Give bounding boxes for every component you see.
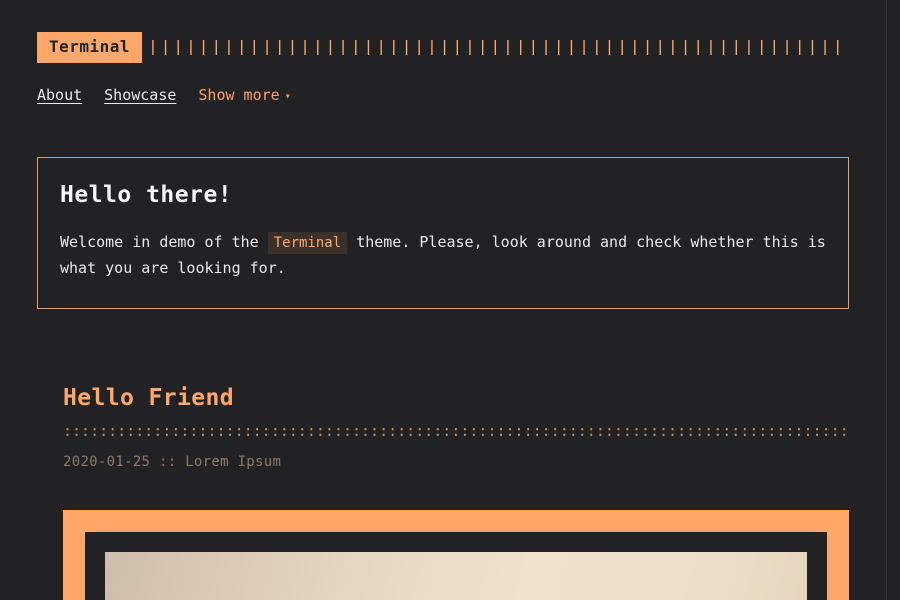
- announcement-box: Hello there! Welcome in demo of the Term…: [37, 157, 849, 309]
- post-list: Hello Friend :::::::::::::::::::::::::::…: [0, 385, 886, 600]
- post-cover-inner: [85, 532, 827, 600]
- inline-code-terminal: Terminal: [267, 232, 348, 254]
- post-divider: ::::::::::::::::::::::::::::::::::::::::…: [63, 424, 849, 439]
- nav-show-more-label: Show more: [198, 86, 280, 104]
- page-root: Terminal |||||||||||||||||||||||||||||||…: [0, 0, 886, 600]
- vertical-scrollbar[interactable]: [886, 0, 900, 600]
- announcement-heading: Hello there!: [60, 182, 233, 208]
- post-title: Hello Friend: [63, 385, 849, 413]
- post-title-link[interactable]: Hello Friend: [63, 385, 234, 411]
- main-navigation: About Showcase Show more ▾: [37, 86, 849, 104]
- announcement-body: Welcome in demo of the Terminal theme. P…: [60, 230, 826, 282]
- post-cover-frame: [63, 510, 849, 600]
- browser-viewport: Terminal |||||||||||||||||||||||||||||||…: [0, 0, 900, 600]
- nav-show-more-dropdown[interactable]: Show more ▾: [198, 86, 290, 104]
- nav-item-about[interactable]: About: [37, 86, 82, 104]
- announcement-text-before: Welcome in demo of the: [60, 233, 259, 251]
- post-item: Hello Friend :::::::::::::::::::::::::::…: [63, 385, 849, 600]
- nav-item-showcase[interactable]: Showcase: [104, 86, 176, 104]
- logo-row: Terminal |||||||||||||||||||||||||||||||…: [37, 30, 849, 64]
- post-cover-image: [105, 552, 807, 600]
- post-meta: 2020-01-25 :: Lorem Ipsum: [63, 454, 282, 471]
- chevron-down-icon: ▾: [284, 91, 291, 102]
- site-header: Terminal |||||||||||||||||||||||||||||||…: [37, 0, 849, 104]
- content-container: Terminal |||||||||||||||||||||||||||||||…: [37, 0, 849, 309]
- logo-bars-decoration: ||||||||||||||||||||||||||||||||||||||||…: [148, 39, 849, 55]
- site-logo[interactable]: Terminal: [37, 31, 143, 63]
